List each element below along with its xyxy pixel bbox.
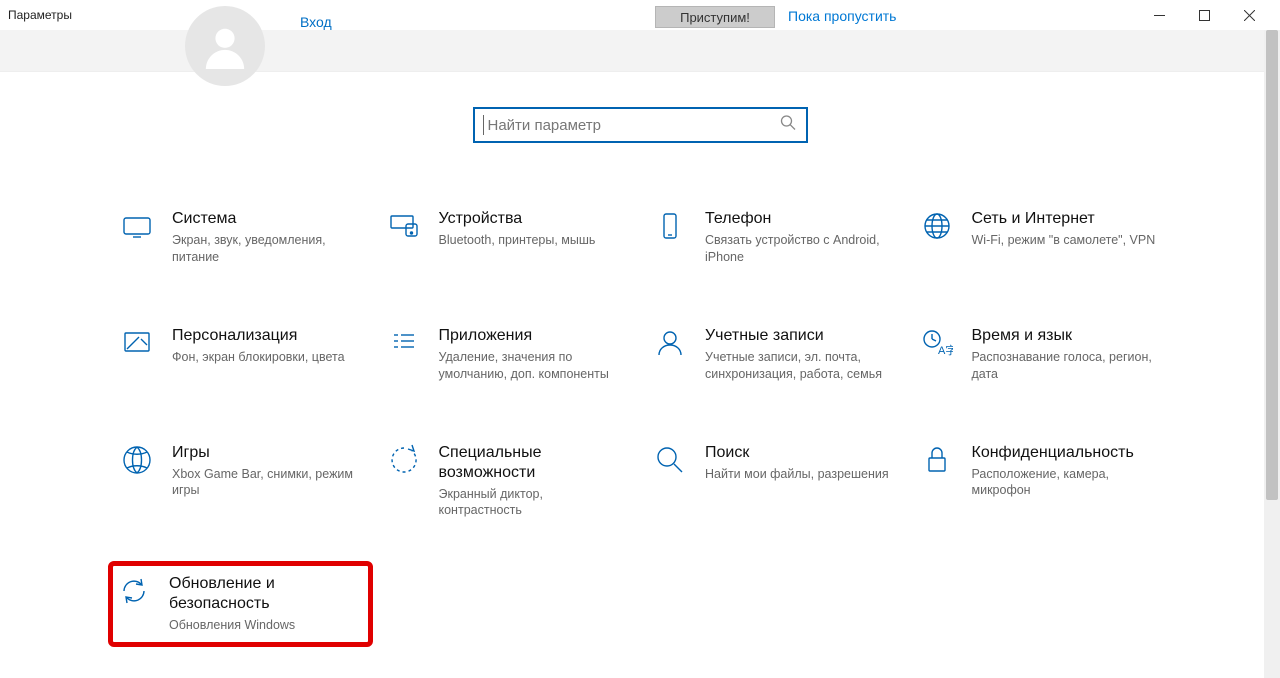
gaming-icon <box>120 443 154 477</box>
svg-text:A字: A字 <box>938 343 953 357</box>
tile-desc: Распознавание голоса, регион, дата <box>972 349 1161 383</box>
tile-desc: Обновления Windows <box>169 617 364 634</box>
system-icon <box>120 209 154 243</box>
tile-title: Время и язык <box>972 326 1161 346</box>
tile-title: Игры <box>172 443 361 463</box>
search-input[interactable]: Найти параметр <box>473 107 808 143</box>
tile-title: Сеть и Интернет <box>972 209 1161 229</box>
tile-desc: Wi-Fi, режим "в самолете", VPN <box>972 232 1161 249</box>
tile-title: Система <box>172 209 361 229</box>
tile-title: Персонализация <box>172 326 361 346</box>
tile-desc: Фон, экран блокировки, цвета <box>172 349 361 366</box>
tile-system[interactable]: Система Экран, звук, уведомления, питание <box>116 203 365 272</box>
tile-update-security[interactable]: Обновление и безопасность Обновления Wind… <box>108 561 373 647</box>
lock-icon <box>920 443 954 477</box>
tile-desc: Экран, звук, уведомления, питание <box>172 232 361 266</box>
tile-title: Специальные возможности <box>439 443 628 483</box>
tile-desc: Найти мои файлы, разрешения <box>705 466 894 483</box>
personalization-icon <box>120 326 154 360</box>
devices-icon <box>387 209 421 243</box>
tile-desc: Bluetooth, принтеры, мышь <box>439 232 628 249</box>
update-icon <box>117 574 151 608</box>
maximize-button[interactable] <box>1182 0 1227 30</box>
tile-accounts[interactable]: Учетные записи Учетные записи, эл. почта,… <box>649 320 898 389</box>
tile-desc: Учетные записи, эл. почта, синхронизация… <box>705 349 894 383</box>
tile-title: Телефон <box>705 209 894 229</box>
search-icon <box>780 115 796 136</box>
avatar <box>185 6 265 86</box>
scrollbar[interactable] <box>1264 30 1280 678</box>
globe-icon <box>920 209 954 243</box>
tile-title: Учетные записи <box>705 326 894 346</box>
tile-apps[interactable]: Приложения Удаление, значения по умолчани… <box>383 320 632 389</box>
window-title: Параметры <box>8 8 72 22</box>
tile-desc: Связать устройство с Android, iPhone <box>705 232 894 266</box>
tile-privacy[interactable]: Конфиденциальность Расположение, камера, … <box>916 437 1165 526</box>
search-placeholder: Найти параметр <box>488 117 602 134</box>
tile-title: Устройства <box>439 209 628 229</box>
skip-link[interactable]: Пока пропустить <box>788 8 896 24</box>
minimize-button[interactable] <box>1137 0 1182 30</box>
tile-title: Приложения <box>439 326 628 346</box>
tile-devices[interactable]: Устройства Bluetooth, принтеры, мышь <box>383 203 632 272</box>
time-language-icon: A字 <box>920 326 954 360</box>
accounts-icon <box>653 326 687 360</box>
settings-grid: Система Экран, звук, уведомления, питание… <box>0 203 1280 635</box>
tile-time[interactable]: A字 Время и язык Распознавание голоса, рег… <box>916 320 1165 389</box>
tile-desc: Расположение, камера, микрофон <box>972 466 1161 500</box>
signin-link[interactable]: Вход <box>300 14 332 30</box>
tile-title: Поиск <box>705 443 894 463</box>
tile-ease-of-access[interactable]: Специальные возможностиЭкранный диктор, … <box>383 437 632 526</box>
apps-icon <box>387 326 421 360</box>
get-started-button[interactable]: Приступим! <box>655 6 775 28</box>
close-button[interactable] <box>1227 0 1272 30</box>
tile-personalization[interactable]: Персонализация Фон, экран блокировки, цве… <box>116 320 365 389</box>
tile-phone[interactable]: Телефон Связать устройство с Android, iPh… <box>649 203 898 272</box>
tile-desc: Экранный диктор, контрастность <box>439 486 628 520</box>
content-area: Найти параметр Система Экран, звук, уведо… <box>0 72 1280 635</box>
tile-title: Обновление и безопасность <box>169 574 364 614</box>
tile-network[interactable]: Сеть и Интернет Wi-Fi, режим "в самолете"… <box>916 203 1165 272</box>
account-banner: Вход Приступим! Пока пропустить <box>0 30 1280 72</box>
tile-gaming[interactable]: Игры Xbox Game Bar, снимки, режим игры <box>116 437 365 526</box>
scrollbar-thumb[interactable] <box>1266 30 1278 500</box>
tile-search[interactable]: Поиск Найти мои файлы, разрешения <box>649 437 898 526</box>
tile-desc: Xbox Game Bar, снимки, режим игры <box>172 466 361 500</box>
search-category-icon <box>653 443 687 477</box>
phone-icon <box>653 209 687 243</box>
ease-of-access-icon <box>387 443 421 477</box>
tile-title: Конфиденциальность <box>972 443 1161 463</box>
tile-desc: Удаление, значения по умолчанию, доп. ко… <box>439 349 628 383</box>
